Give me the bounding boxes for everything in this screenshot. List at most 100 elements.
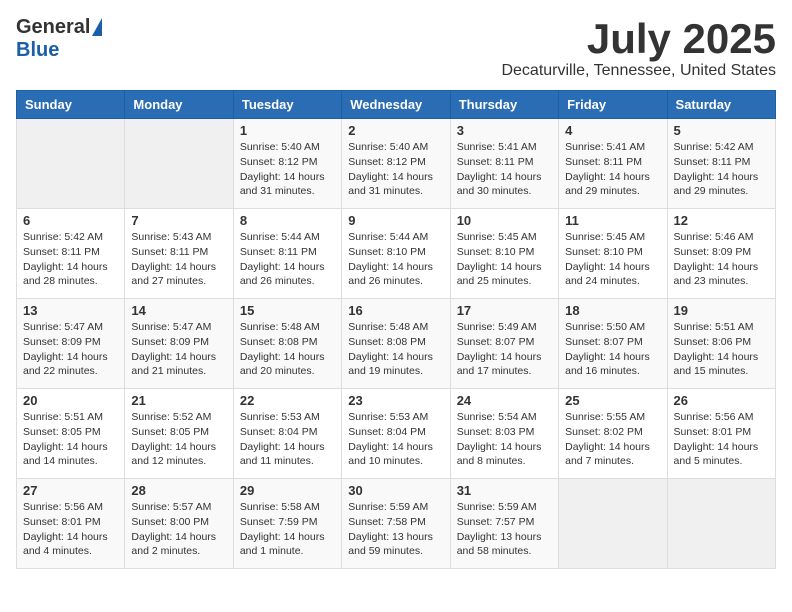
calendar-cell: 8Sunrise: 5:44 AM Sunset: 8:11 PM Daylig…	[233, 209, 341, 299]
calendar-cell: 15 Sunrise: 5:48 AM Sunset: 8:08 PM Dayli…	[233, 299, 341, 389]
month-title: July 2025	[501, 16, 776, 62]
day-number: 28	[131, 483, 226, 498]
weekday-header-thursday: Thursday	[450, 91, 558, 119]
day-info: Sunrise: 5:46 AM Sunset: 8:09 PM Dayligh…	[674, 230, 769, 289]
day-info: Sunrise: 5:41 AM Sunset: 8:11 PM Dayligh…	[565, 140, 660, 199]
calendar-cell: 3 Sunrise: 5:41 AM Sunset: 8:11 PM Daylig…	[450, 119, 558, 209]
day-info: Sunrise: 5:52 AM Sunset: 8:05 PM Dayligh…	[131, 410, 226, 469]
calendar-cell: 11 Sunrise: 5:45 AM Sunset: 8:10 PM Dayli…	[559, 209, 667, 299]
calendar-cell: 7 Sunrise: 5:43 AM Sunset: 8:11 PM Daylig…	[125, 209, 233, 299]
calendar-cell: 20 Sunrise: 5:51 AM Sunset: 8:05 PM Dayli…	[17, 389, 125, 479]
calendar-week-1: 1Sunrise: 5:40 AM Sunset: 8:12 PM Daylig…	[17, 119, 776, 209]
calendar-cell: 6Sunrise: 5:42 AM Sunset: 8:11 PM Daylig…	[17, 209, 125, 299]
calendar-cell: 19 Sunrise: 5:51 AM Sunset: 8:06 PM Dayli…	[667, 299, 775, 389]
day-number: 22	[240, 393, 335, 408]
day-info: Sunrise: 5:59 AM Sunset: 7:58 PM Dayligh…	[348, 500, 443, 559]
page-header: General Blue July 2025 Decaturville, Ten…	[16, 16, 776, 80]
calendar-cell: 18 Sunrise: 5:50 AM Sunset: 8:07 PM Dayli…	[559, 299, 667, 389]
day-info: Sunrise: 5:54 AM Sunset: 8:03 PM Dayligh…	[457, 410, 552, 469]
calendar-cell: 24 Sunrise: 5:54 AM Sunset: 8:03 PM Dayli…	[450, 389, 558, 479]
calendar-cell: 30Sunrise: 5:59 AM Sunset: 7:58 PM Dayli…	[342, 479, 450, 569]
weekday-header-wednesday: Wednesday	[342, 91, 450, 119]
day-number: 29	[240, 483, 335, 498]
day-info: Sunrise: 5:57 AM Sunset: 8:00 PM Dayligh…	[131, 500, 226, 559]
calendar-cell: 27 Sunrise: 5:56 AM Sunset: 8:01 PM Dayli…	[17, 479, 125, 569]
calendar-cell: 16 Sunrise: 5:48 AM Sunset: 8:08 PM Dayli…	[342, 299, 450, 389]
calendar-week-2: 6Sunrise: 5:42 AM Sunset: 8:11 PM Daylig…	[17, 209, 776, 299]
day-number: 15	[240, 303, 335, 318]
day-info: Sunrise: 5:48 AM Sunset: 8:08 PM Dayligh…	[348, 320, 443, 379]
day-info: Sunrise: 5:41 AM Sunset: 8:11 PM Dayligh…	[457, 140, 552, 199]
calendar-cell: 12 Sunrise: 5:46 AM Sunset: 8:09 PM Dayli…	[667, 209, 775, 299]
day-info: Sunrise: 5:53 AM Sunset: 8:04 PM Dayligh…	[240, 410, 335, 469]
day-info: Sunrise: 5:51 AM Sunset: 8:06 PM Dayligh…	[674, 320, 769, 379]
day-number: 20	[23, 393, 118, 408]
day-number: 9	[348, 213, 443, 228]
calendar-cell: 17 Sunrise: 5:49 AM Sunset: 8:07 PM Dayli…	[450, 299, 558, 389]
day-info: Sunrise: 5:53 AM Sunset: 8:04 PM Dayligh…	[348, 410, 443, 469]
calendar-cell	[559, 479, 667, 569]
day-info: Sunrise: 5:50 AM Sunset: 8:07 PM Dayligh…	[565, 320, 660, 379]
day-number: 17	[457, 303, 552, 318]
day-number: 27	[23, 483, 118, 498]
calendar-cell: 2Sunrise: 5:40 AM Sunset: 8:12 PM Daylig…	[342, 119, 450, 209]
logo: General Blue	[16, 16, 102, 62]
day-info: Sunrise: 5:51 AM Sunset: 8:05 PM Dayligh…	[23, 410, 118, 469]
day-info: Sunrise: 5:44 AM Sunset: 8:10 PM Dayligh…	[348, 230, 443, 289]
calendar-cell: 22 Sunrise: 5:53 AM Sunset: 8:04 PM Dayli…	[233, 389, 341, 479]
calendar-table: SundayMondayTuesdayWednesdayThursdayFrid…	[16, 90, 776, 569]
day-info: Sunrise: 5:59 AM Sunset: 7:57 PM Dayligh…	[457, 500, 552, 559]
calendar-cell: 21 Sunrise: 5:52 AM Sunset: 8:05 PM Dayli…	[125, 389, 233, 479]
calendar-cell	[17, 119, 125, 209]
day-info: Sunrise: 5:49 AM Sunset: 8:07 PM Dayligh…	[457, 320, 552, 379]
day-info: Sunrise: 5:43 AM Sunset: 8:11 PM Dayligh…	[131, 230, 226, 289]
day-number: 10	[457, 213, 552, 228]
day-number: 14	[131, 303, 226, 318]
day-info: Sunrise: 5:56 AM Sunset: 8:01 PM Dayligh…	[674, 410, 769, 469]
day-number: 19	[674, 303, 769, 318]
calendar-cell	[667, 479, 775, 569]
calendar-week-3: 13Sunrise: 5:47 AM Sunset: 8:09 PM Dayli…	[17, 299, 776, 389]
calendar-cell: 29Sunrise: 5:58 AM Sunset: 7:59 PM Dayli…	[233, 479, 341, 569]
weekday-header-monday: Monday	[125, 91, 233, 119]
day-number: 4	[565, 123, 660, 138]
calendar-cell: 31 Sunrise: 5:59 AM Sunset: 7:57 PM Dayli…	[450, 479, 558, 569]
calendar-week-5: 27 Sunrise: 5:56 AM Sunset: 8:01 PM Dayli…	[17, 479, 776, 569]
day-number: 3	[457, 123, 552, 138]
day-info: Sunrise: 5:45 AM Sunset: 8:10 PM Dayligh…	[457, 230, 552, 289]
day-number: 16	[348, 303, 443, 318]
weekday-header-friday: Friday	[559, 91, 667, 119]
day-number: 18	[565, 303, 660, 318]
calendar-cell: 1Sunrise: 5:40 AM Sunset: 8:12 PM Daylig…	[233, 119, 341, 209]
day-number: 5	[674, 123, 769, 138]
day-info: Sunrise: 5:45 AM Sunset: 8:10 PM Dayligh…	[565, 230, 660, 289]
day-number: 21	[131, 393, 226, 408]
day-number: 11	[565, 213, 660, 228]
logo-blue-text: Blue	[16, 39, 59, 62]
day-number: 12	[674, 213, 769, 228]
title-section: July 2025 Decaturville, Tennessee, Unite…	[501, 16, 776, 80]
day-info: Sunrise: 5:56 AM Sunset: 8:01 PM Dayligh…	[23, 500, 118, 559]
day-number: 7	[131, 213, 226, 228]
day-number: 2	[348, 123, 443, 138]
day-info: Sunrise: 5:42 AM Sunset: 8:11 PM Dayligh…	[674, 140, 769, 199]
day-number: 6	[23, 213, 118, 228]
weekday-header-row: SundayMondayTuesdayWednesdayThursdayFrid…	[17, 91, 776, 119]
day-number: 26	[674, 393, 769, 408]
calendar-cell: 5 Sunrise: 5:42 AM Sunset: 8:11 PM Daylig…	[667, 119, 775, 209]
calendar-cell: 4 Sunrise: 5:41 AM Sunset: 8:11 PM Daylig…	[559, 119, 667, 209]
calendar-cell: 10 Sunrise: 5:45 AM Sunset: 8:10 PM Dayli…	[450, 209, 558, 299]
calendar-cell: 13Sunrise: 5:47 AM Sunset: 8:09 PM Dayli…	[17, 299, 125, 389]
day-info: Sunrise: 5:48 AM Sunset: 8:08 PM Dayligh…	[240, 320, 335, 379]
day-number: 24	[457, 393, 552, 408]
calendar-cell: 14Sunrise: 5:47 AM Sunset: 8:09 PM Dayli…	[125, 299, 233, 389]
day-number: 31	[457, 483, 552, 498]
weekday-header-tuesday: Tuesday	[233, 91, 341, 119]
logo-icon	[92, 18, 102, 36]
day-number: 1	[240, 123, 335, 138]
day-number: 25	[565, 393, 660, 408]
calendar-cell: 23 Sunrise: 5:53 AM Sunset: 8:04 PM Dayli…	[342, 389, 450, 479]
weekday-header-saturday: Saturday	[667, 91, 775, 119]
day-info: Sunrise: 5:44 AM Sunset: 8:11 PM Dayligh…	[240, 230, 335, 289]
day-number: 23	[348, 393, 443, 408]
